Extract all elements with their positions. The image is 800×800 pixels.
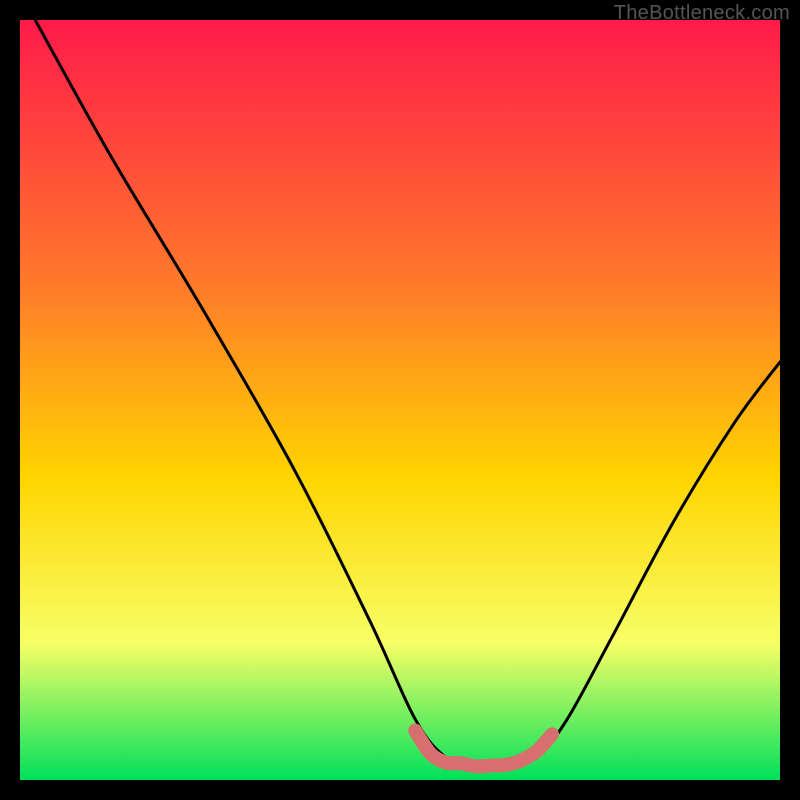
gradient-background <box>20 20 780 780</box>
chart-frame: TheBottleneck.com <box>0 0 800 800</box>
chart-svg <box>20 20 780 780</box>
watermark-text: TheBottleneck.com <box>614 2 790 25</box>
plot-area <box>20 20 780 780</box>
